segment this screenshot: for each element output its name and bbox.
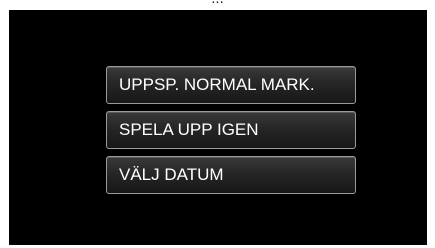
menu-item-play-normal-mark[interactable]: UPPSP. NORMAL MARK.	[106, 66, 356, 104]
device-screen: UPPSP. NORMAL MARK. SPELA UPP IGEN VÄLJ …	[9, 10, 427, 245]
menu-item-select-date[interactable]: VÄLJ DATUM	[106, 156, 356, 194]
top-caption: ...	[0, 0, 435, 7]
page: ... UPPSP. NORMAL MARK. SPELA UPP IGEN V…	[0, 0, 435, 248]
menu-item-play-again[interactable]: SPELA UPP IGEN	[106, 111, 356, 149]
playback-menu: UPPSP. NORMAL MARK. SPELA UPP IGEN VÄLJ …	[106, 66, 356, 201]
